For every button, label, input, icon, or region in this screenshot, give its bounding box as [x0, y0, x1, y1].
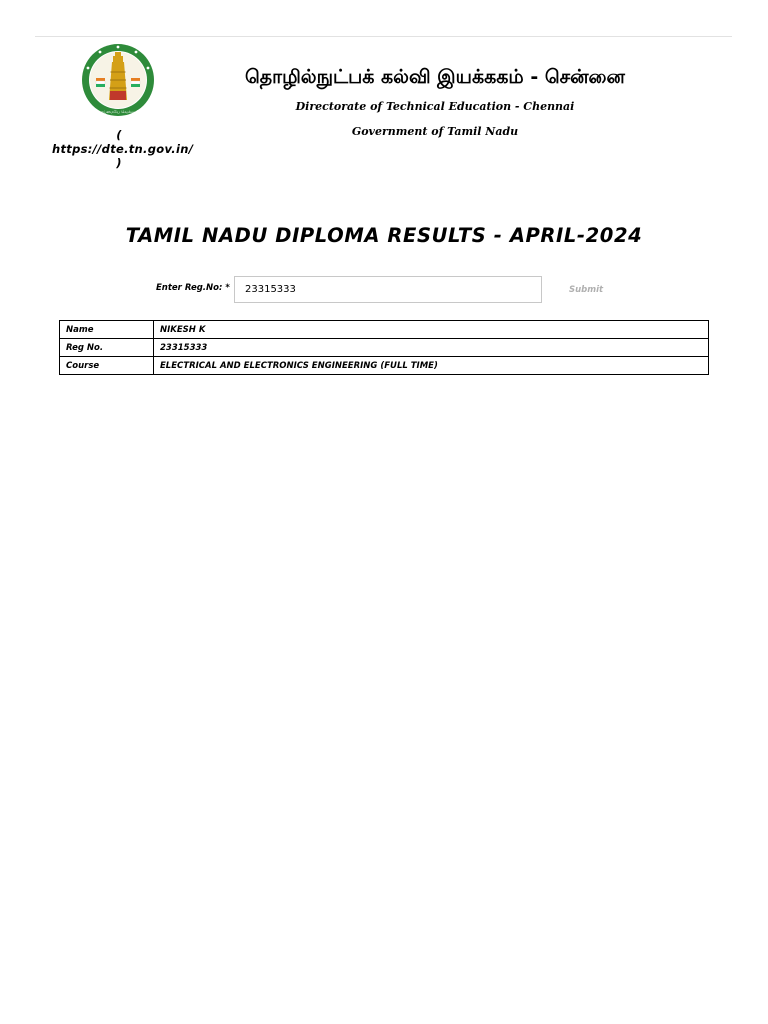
- name-value: NIKESH K: [153, 320, 709, 339]
- result-table: Name NIKESH K Reg No. 23315333 Course EL…: [59, 320, 709, 375]
- reg-no-label: Reg No.: [59, 338, 154, 357]
- name-label: Name: [59, 320, 154, 339]
- tamil-heading: தொழில்நுட்பக் கல்வி இயக்ககம் - சென்னை: [245, 66, 625, 88]
- page-title: TAMIL NADU DIPLOMA RESULTS - APRIL-2024: [125, 224, 643, 247]
- table-row: Course ELECTRICAL AND ELECTRONICS ENGINE…: [59, 356, 709, 375]
- tamil-nadu-emblem-icon: வாய்மையே வெல்லும்: [80, 42, 156, 118]
- emblem-svg: வாய்மையே வெல்லும்: [82, 44, 154, 116]
- reg-number-label: Enter Reg.No: *: [156, 283, 230, 293]
- course-value: ELECTRICAL AND ELECTRONICS ENGINEERING (…: [153, 356, 709, 375]
- directorate-heading: Directorate of Technical Education - Che…: [295, 100, 575, 113]
- reg-no-value: 23315333: [153, 338, 709, 357]
- header-divider: [35, 36, 732, 37]
- website-url: ( https://dte.tn.gov.in/ ): [52, 128, 194, 170]
- course-label: Course: [59, 356, 154, 375]
- government-heading: Government of Tamil Nadu: [351, 125, 519, 138]
- table-row: Name NIKESH K: [59, 320, 709, 339]
- submit-button[interactable]: Submit: [560, 281, 612, 299]
- reg-number-input[interactable]: [234, 276, 542, 303]
- table-row: Reg No. 23315333: [59, 338, 709, 357]
